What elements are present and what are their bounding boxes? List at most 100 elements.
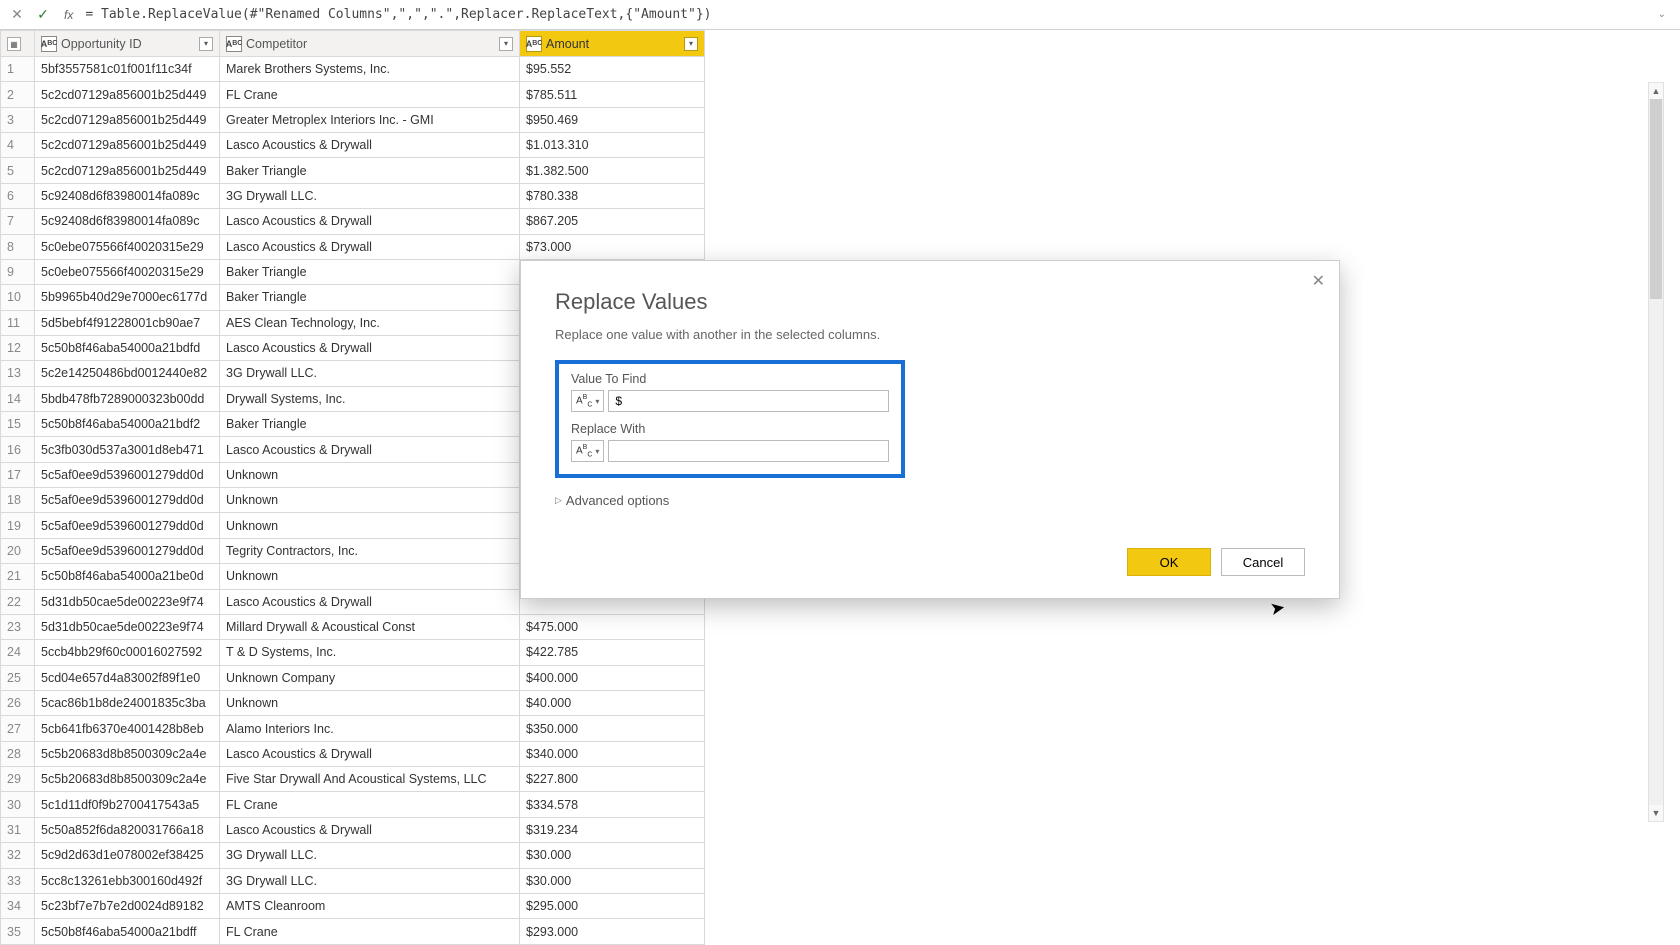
cell-competitor[interactable]: Unknown — [220, 564, 520, 589]
replace-with-input[interactable] — [608, 440, 889, 462]
cell-opportunity-id[interactable]: 5c2e14250486bd0012440e82 — [35, 361, 220, 386]
cell-opportunity-id[interactable]: 5c3fb030d537a3001d8eb471 — [35, 437, 220, 462]
table-row[interactable]: 65c92408d6f83980014fa089c3G Drywall LLC.… — [1, 183, 705, 208]
cell-amount[interactable]: $334.578 — [520, 792, 705, 817]
cell-opportunity-id[interactable]: 5cb641fb6370e4001428b8eb — [35, 716, 220, 741]
cell-competitor[interactable]: Baker Triangle — [220, 285, 520, 310]
cell-opportunity-id[interactable]: 5c92408d6f83980014fa089c — [35, 209, 220, 234]
formula-input[interactable] — [85, 7, 1643, 22]
cell-competitor[interactable]: Lasco Acoustics & Drywall — [220, 437, 520, 462]
cell-amount[interactable]: $1.382.500 — [520, 158, 705, 183]
cell-opportunity-id[interactable]: 5c23bf7e7b7e2d0024d89182 — [35, 893, 220, 918]
cell-competitor[interactable]: Lasco Acoustics & Drywall — [220, 589, 520, 614]
cell-opportunity-id[interactable]: 5c0ebe075566f40020315e29 — [35, 259, 220, 284]
column-filter-icon[interactable]: ▾ — [199, 37, 213, 51]
row-number[interactable]: 7 — [1, 209, 35, 234]
find-type-selector[interactable]: ABC ▾ — [571, 390, 604, 412]
row-number[interactable]: 9 — [1, 259, 35, 284]
text-type-icon[interactable]: ABC — [41, 36, 57, 52]
cell-competitor[interactable]: Lasco Acoustics & Drywall — [220, 335, 520, 360]
cell-opportunity-id[interactable]: 5d31db50cae5de00223e9f74 — [35, 589, 220, 614]
cell-opportunity-id[interactable]: 5c2cd07129a856001b25d449 — [35, 82, 220, 107]
cell-opportunity-id[interactable]: 5d5bebf4f91228001cb90ae7 — [35, 310, 220, 335]
row-number[interactable]: 10 — [1, 285, 35, 310]
cell-opportunity-id[interactable]: 5c2cd07129a856001b25d449 — [35, 107, 220, 132]
table-row[interactable]: 15bf3557581c01f001f11c34fMarek Brothers … — [1, 57, 705, 82]
cell-opportunity-id[interactable]: 5c50b8f46aba54000a21bdf2 — [35, 412, 220, 437]
row-number[interactable]: 15 — [1, 412, 35, 437]
table-row[interactable]: 335cc8c13261ebb300160d492f3G Drywall LLC… — [1, 868, 705, 893]
cell-amount[interactable]: $400.000 — [520, 665, 705, 690]
row-number[interactable]: 16 — [1, 437, 35, 462]
column-header-competitor[interactable]: ABC Competitor ▾ — [220, 31, 520, 57]
cell-competitor[interactable]: Unknown — [220, 690, 520, 715]
cell-amount[interactable]: $295.000 — [520, 893, 705, 918]
row-number[interactable]: 2 — [1, 82, 35, 107]
cell-opportunity-id[interactable]: 5ccb4bb29f60c00016027592 — [35, 640, 220, 665]
row-number[interactable]: 32 — [1, 843, 35, 868]
text-type-icon[interactable]: ABC — [226, 36, 242, 52]
cell-opportunity-id[interactable]: 5c9d2d63d1e078002ef38425 — [35, 843, 220, 868]
cell-opportunity-id[interactable]: 5c5af0ee9d5396001279dd0d — [35, 462, 220, 487]
cell-competitor[interactable]: Alamo Interiors Inc. — [220, 716, 520, 741]
cell-opportunity-id[interactable]: 5c50b8f46aba54000a21bdff — [35, 919, 220, 945]
vertical-scrollbar[interactable]: ▲ ▼ — [1648, 82, 1664, 822]
cell-amount[interactable]: $73.000 — [520, 234, 705, 259]
cell-competitor[interactable]: Tegrity Contractors, Inc. — [220, 538, 520, 563]
cell-opportunity-id[interactable]: 5bdb478fb7289000323b00dd — [35, 386, 220, 411]
row-number[interactable]: 11 — [1, 310, 35, 335]
cell-amount[interactable]: $340.000 — [520, 741, 705, 766]
cell-opportunity-id[interactable]: 5c5b20683d8b8500309c2a4e — [35, 741, 220, 766]
cell-competitor[interactable]: AMTS Cleanroom — [220, 893, 520, 918]
table-row[interactable]: 255cd04e657d4a83002f89f1e0Unknown Compan… — [1, 665, 705, 690]
cell-opportunity-id[interactable]: 5c5af0ee9d5396001279dd0d — [35, 488, 220, 513]
row-number[interactable]: 31 — [1, 817, 35, 842]
cell-competitor[interactable]: T & D Systems, Inc. — [220, 640, 520, 665]
row-header-corner[interactable]: ▦ — [1, 31, 35, 57]
row-number[interactable]: 35 — [1, 919, 35, 945]
table-row[interactable]: 235d31db50cae5de00223e9f74Millard Drywal… — [1, 614, 705, 639]
cell-opportunity-id[interactable]: 5d31db50cae5de00223e9f74 — [35, 614, 220, 639]
row-number[interactable]: 22 — [1, 589, 35, 614]
cell-opportunity-id[interactable]: 5c1d11df0f9b270041‍7543a5 — [35, 792, 220, 817]
row-number[interactable]: 6 — [1, 183, 35, 208]
table-row[interactable]: 315c50a852f6da820031766a18Lasco Acoustic… — [1, 817, 705, 842]
table-row[interactable]: 285c5b20683d8b8500309c2a4eLasco Acoustic… — [1, 741, 705, 766]
cell-competitor[interactable]: Five Star Drywall And Acoustical Systems… — [220, 767, 520, 792]
cell-competitor[interactable]: FL Crane — [220, 82, 520, 107]
cell-competitor[interactable]: AES Clean Technology, Inc. — [220, 310, 520, 335]
column-header-amount[interactable]: ABC Amount ▾ — [520, 31, 705, 57]
row-number[interactable]: 23 — [1, 614, 35, 639]
cell-competitor[interactable]: 3G Drywall LLC. — [220, 183, 520, 208]
cell-opportunity-id[interactable]: 5c92408d6f83980014fa089c — [35, 183, 220, 208]
cell-opportunity-id[interactable]: 5c2cd07129a856001b25d449 — [35, 158, 220, 183]
cell-opportunity-id[interactable]: 5c5af0ee9d5396001279dd0d — [35, 538, 220, 563]
cell-competitor[interactable]: Unknown — [220, 462, 520, 487]
table-row[interactable]: 355c50b8f46aba54000a21bdffFL Crane$293.0… — [1, 919, 705, 945]
table-row[interactable]: 345c23bf7e7b7e2d0024d89182AMTS Cleanroom… — [1, 893, 705, 918]
row-number[interactable]: 1 — [1, 57, 35, 82]
table-row[interactable]: 25c2cd07129a856001b25d449FL Crane$785.51… — [1, 82, 705, 107]
scroll-down-arrow-icon[interactable]: ▼ — [1649, 805, 1663, 821]
row-number[interactable]: 8 — [1, 234, 35, 259]
cell-competitor[interactable]: Unknown — [220, 488, 520, 513]
scroll-up-arrow-icon[interactable]: ▲ — [1649, 83, 1663, 99]
ok-button[interactable]: OK — [1127, 548, 1211, 576]
table-row[interactable]: 35c2cd07129a856001b25d449Greater Metropl… — [1, 107, 705, 132]
row-number[interactable]: 27 — [1, 716, 35, 741]
cell-opportunity-id[interactable]: 5b9965b40d29e7000ec6177d — [35, 285, 220, 310]
row-number[interactable]: 18 — [1, 488, 35, 513]
cell-competitor[interactable]: Lasco Acoustics & Drywall — [220, 817, 520, 842]
cell-competitor[interactable]: Baker Triangle — [220, 412, 520, 437]
cell-competitor[interactable]: 3G Drywall LLC. — [220, 361, 520, 386]
column-header-opportunity-id[interactable]: ABC Opportunity ID ▾ — [35, 31, 220, 57]
row-number[interactable]: 20 — [1, 538, 35, 563]
cell-amount[interactable]: $40.000 — [520, 690, 705, 715]
row-number[interactable]: 33 — [1, 868, 35, 893]
table-row[interactable]: 275cb641fb6370e4001428b8ebAlamo Interior… — [1, 716, 705, 741]
cell-competitor[interactable]: FL Crane — [220, 792, 520, 817]
cell-opportunity-id[interactable]: 5cc8c13261ebb300160d492f — [35, 868, 220, 893]
cell-competitor[interactable]: Drywall Systems, Inc. — [220, 386, 520, 411]
cell-amount[interactable]: $95.552 — [520, 57, 705, 82]
table-options-icon[interactable]: ▦ — [7, 37, 21, 51]
